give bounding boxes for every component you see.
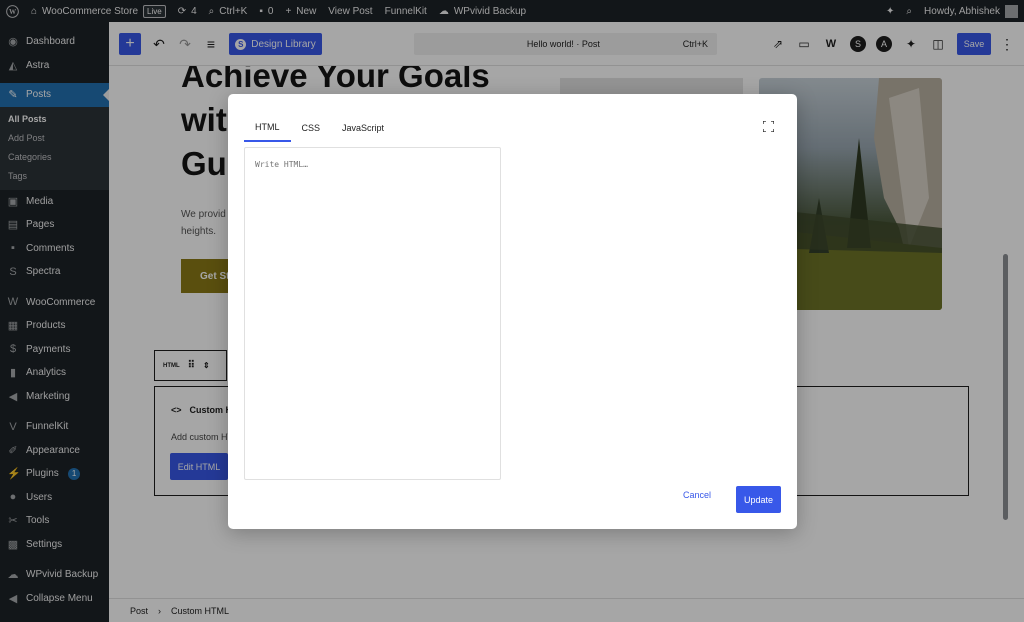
update-button[interactable]: Update bbox=[736, 486, 781, 513]
cancel-button[interactable]: Cancel bbox=[683, 490, 711, 500]
fullscreen-button[interactable] bbox=[762, 120, 775, 135]
code-tabs: HTML CSS JavaScript bbox=[244, 114, 395, 142]
html-code-editor[interactable] bbox=[244, 147, 501, 480]
fullscreen-icon bbox=[762, 120, 775, 133]
tab-javascript[interactable]: JavaScript bbox=[331, 114, 395, 142]
tab-html[interactable]: HTML bbox=[244, 114, 291, 142]
tab-css[interactable]: CSS bbox=[291, 114, 332, 142]
custom-html-modal: HTML CSS JavaScript Cancel Update bbox=[228, 94, 797, 529]
